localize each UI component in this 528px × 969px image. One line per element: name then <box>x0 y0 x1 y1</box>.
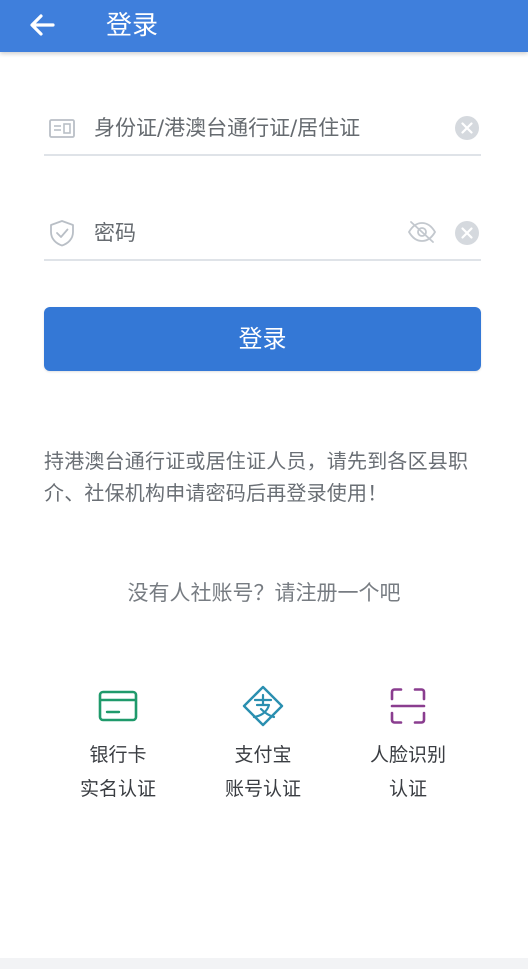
auth-option-title: 银行卡 <box>89 744 147 766</box>
id-number-input[interactable] <box>94 108 394 148</box>
eye-off-icon[interactable] <box>407 219 437 245</box>
password-input[interactable] <box>94 213 394 253</box>
back-button[interactable] <box>26 8 58 42</box>
face-recognition-auth-option[interactable]: 人脸识别 认证 <box>333 684 483 806</box>
auth-option-title: 人脸识别 <box>369 744 446 766</box>
login-button[interactable]: 登录 <box>44 307 481 371</box>
bank-card-auth-option[interactable]: 银行卡 实名认证 <box>43 684 193 806</box>
alipay-icon <box>242 685 284 727</box>
register-link[interactable]: 没有人社账号？请注册一个吧 <box>0 576 528 610</box>
password-field <box>44 209 481 261</box>
bottom-bar <box>0 958 528 969</box>
auth-option-subtitle: 认证 <box>388 778 427 800</box>
shield-check-icon <box>50 220 74 247</box>
clear-circle-icon[interactable] <box>454 115 480 141</box>
login-screen: 登录 登录 持港澳台通行证或居住证人员，请先到各区县 <box>0 0 528 969</box>
clear-circle-icon[interactable] <box>454 220 480 246</box>
auth-option-title: 支付宝 <box>234 744 292 766</box>
notice-text: 持港澳台通行证或居住证人员，请先到各区县职介、社保机构申请密码后再登录使用！ <box>44 449 469 505</box>
auth-option-subtitle: 账号认证 <box>224 778 301 800</box>
page-title: 登录 <box>106 11 159 41</box>
id-card-icon <box>49 119 75 138</box>
arrow-left-icon <box>30 14 55 36</box>
app-bar: 登录 <box>0 0 528 52</box>
id-number-field <box>44 104 481 156</box>
face-scan-icon <box>390 688 426 724</box>
auth-option-subtitle: 实名认证 <box>79 778 156 800</box>
bank-card-icon <box>98 690 138 722</box>
alipay-auth-option[interactable]: 支付宝 账号认证 <box>188 684 338 806</box>
